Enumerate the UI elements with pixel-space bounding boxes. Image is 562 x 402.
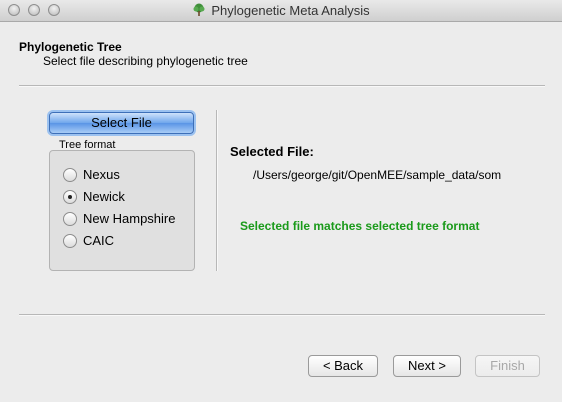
- vertical-divider: [216, 110, 218, 271]
- page-subtitle: Select file describing phylogenetic tree: [43, 54, 248, 68]
- window-title-area: Phylogenetic Meta Analysis: [0, 3, 562, 18]
- window-title: Phylogenetic Meta Analysis: [211, 3, 370, 18]
- radio-label: New Hampshire: [83, 211, 176, 226]
- title-bar[interactable]: Phylogenetic Meta Analysis: [0, 0, 562, 22]
- header-divider: [19, 85, 545, 87]
- status-message: Selected file matches selected tree form…: [240, 219, 480, 233]
- next-button[interactable]: Next >: [393, 355, 461, 377]
- radio-button[interactable]: [63, 212, 77, 226]
- selected-file-path: /Users/george/git/OpenMEE/sample_data/so…: [253, 168, 502, 182]
- back-button[interactable]: < Back: [308, 355, 378, 377]
- tree-icon: [193, 3, 205, 16]
- radio-label: Newick: [83, 189, 125, 204]
- wizard-window: Phylogenetic Meta Analysis Phylogenetic …: [0, 0, 562, 402]
- radio-button[interactable]: [63, 234, 77, 248]
- radio-button[interactable]: [63, 168, 77, 182]
- radio-label: CAIC: [83, 233, 115, 248]
- radio-button[interactable]: [63, 190, 77, 204]
- radio-label: Nexus: [83, 167, 120, 182]
- select-file-button[interactable]: Select File: [49, 112, 194, 134]
- tree-format-label: Tree format: [59, 139, 116, 151]
- footer-divider: [19, 314, 545, 316]
- page-title: Phylogenetic Tree: [19, 40, 122, 54]
- finish-button[interactable]: Finish: [475, 355, 540, 377]
- selected-file-label: Selected File:: [230, 144, 314, 159]
